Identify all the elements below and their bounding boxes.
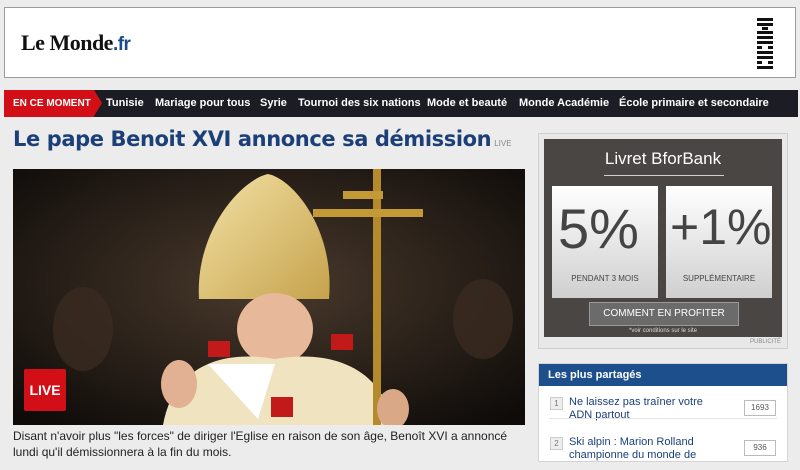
logo-text: Le Monde — [21, 30, 113, 55]
nav-link-ecole[interactable]: École primaire et secondaire — [619, 90, 769, 117]
ad-note: *voir conditions sur le site — [628, 328, 698, 334]
ad-label: PUBLICITÉ — [749, 339, 781, 345]
nav-link-monde-academie[interactable]: Monde Académie — [519, 90, 609, 117]
nav-link-mariage[interactable]: Mariage pour tous — [155, 90, 250, 117]
ad-rate-card-2: +1% SUPPLÉMENTAIRE — [666, 186, 772, 298]
ad-divider — [604, 175, 724, 176]
shared-link[interactable]: Ski alpin : Marion Rolland championne du… — [569, 436, 719, 462]
most-shared-box: Les plus partagés 1 Ne laissez pas traîn… — [538, 363, 788, 462]
ad-rate-2-sub: SUPPLÉMENTAIRE — [682, 274, 756, 283]
live-badge[interactable]: LIVE — [24, 369, 66, 411]
advertisement[interactable]: Livret BforBank 5% PENDANT 3 MOIS +1% SU… — [538, 133, 788, 349]
nav-link-syrie[interactable]: Syrie — [260, 90, 287, 117]
pope-photo-illustration — [13, 169, 525, 425]
ad-title: Livret BforBank — [604, 149, 722, 168]
topics-nav: EN CE MOMENT Tunisie Mariage pour tous S… — [4, 90, 798, 117]
headline-text: Le pape Benoit XVI annonce sa démission — [13, 127, 492, 151]
nav-link-six-nations[interactable]: Tournoi des six nations — [298, 90, 421, 117]
article-caption: Disant n'avoir plus "les forces" de diri… — [13, 429, 508, 459]
ad-banner: Livret BforBank 5% PENDANT 3 MOIS +1% SU… — [544, 139, 782, 337]
ad-rate-card-1: 5% PENDANT 3 MOIS — [552, 186, 658, 298]
logo-suffix: .fr — [112, 34, 131, 55]
article-photo[interactable]: LIVE — [13, 169, 525, 425]
live-tag: LIVE — [494, 139, 512, 148]
ad-rate-1-sub: PENDANT 3 MOIS — [571, 274, 639, 283]
list-item[interactable]: 1 Ne laissez pas traîner votre ADN parto… — [539, 394, 787, 430]
divider — [549, 418, 777, 419]
article-headline[interactable]: Le pape Benoit XVI annonce sa démission L… — [13, 127, 512, 151]
ad-rate-2: +1% — [670, 199, 772, 255]
nav-link-tunisie[interactable]: Tunisie — [106, 90, 144, 117]
share-count: 936 — [744, 440, 776, 456]
share-count: 1693 — [744, 400, 776, 416]
most-shared-title: Les plus partagés — [539, 364, 787, 386]
ad-rate-1: 5% — [558, 197, 639, 260]
list-item[interactable]: 2 Ski alpin : Marion Rolland championne … — [539, 434, 787, 470]
ibm-sponsor-logo[interactable] — [755, 16, 777, 72]
en-ce-moment-label: EN CE MOMENT — [4, 90, 102, 117]
rank-number: 1 — [550, 397, 563, 410]
rank-number: 2 — [550, 437, 563, 450]
site-logo[interactable]: Le Monde.fr — [21, 30, 131, 56]
ad-cta-button[interactable]: COMMENT EN PROFITER — [589, 302, 739, 326]
site-header: Le Monde.fr — [4, 7, 796, 78]
nav-link-mode[interactable]: Mode et beauté — [427, 90, 507, 117]
